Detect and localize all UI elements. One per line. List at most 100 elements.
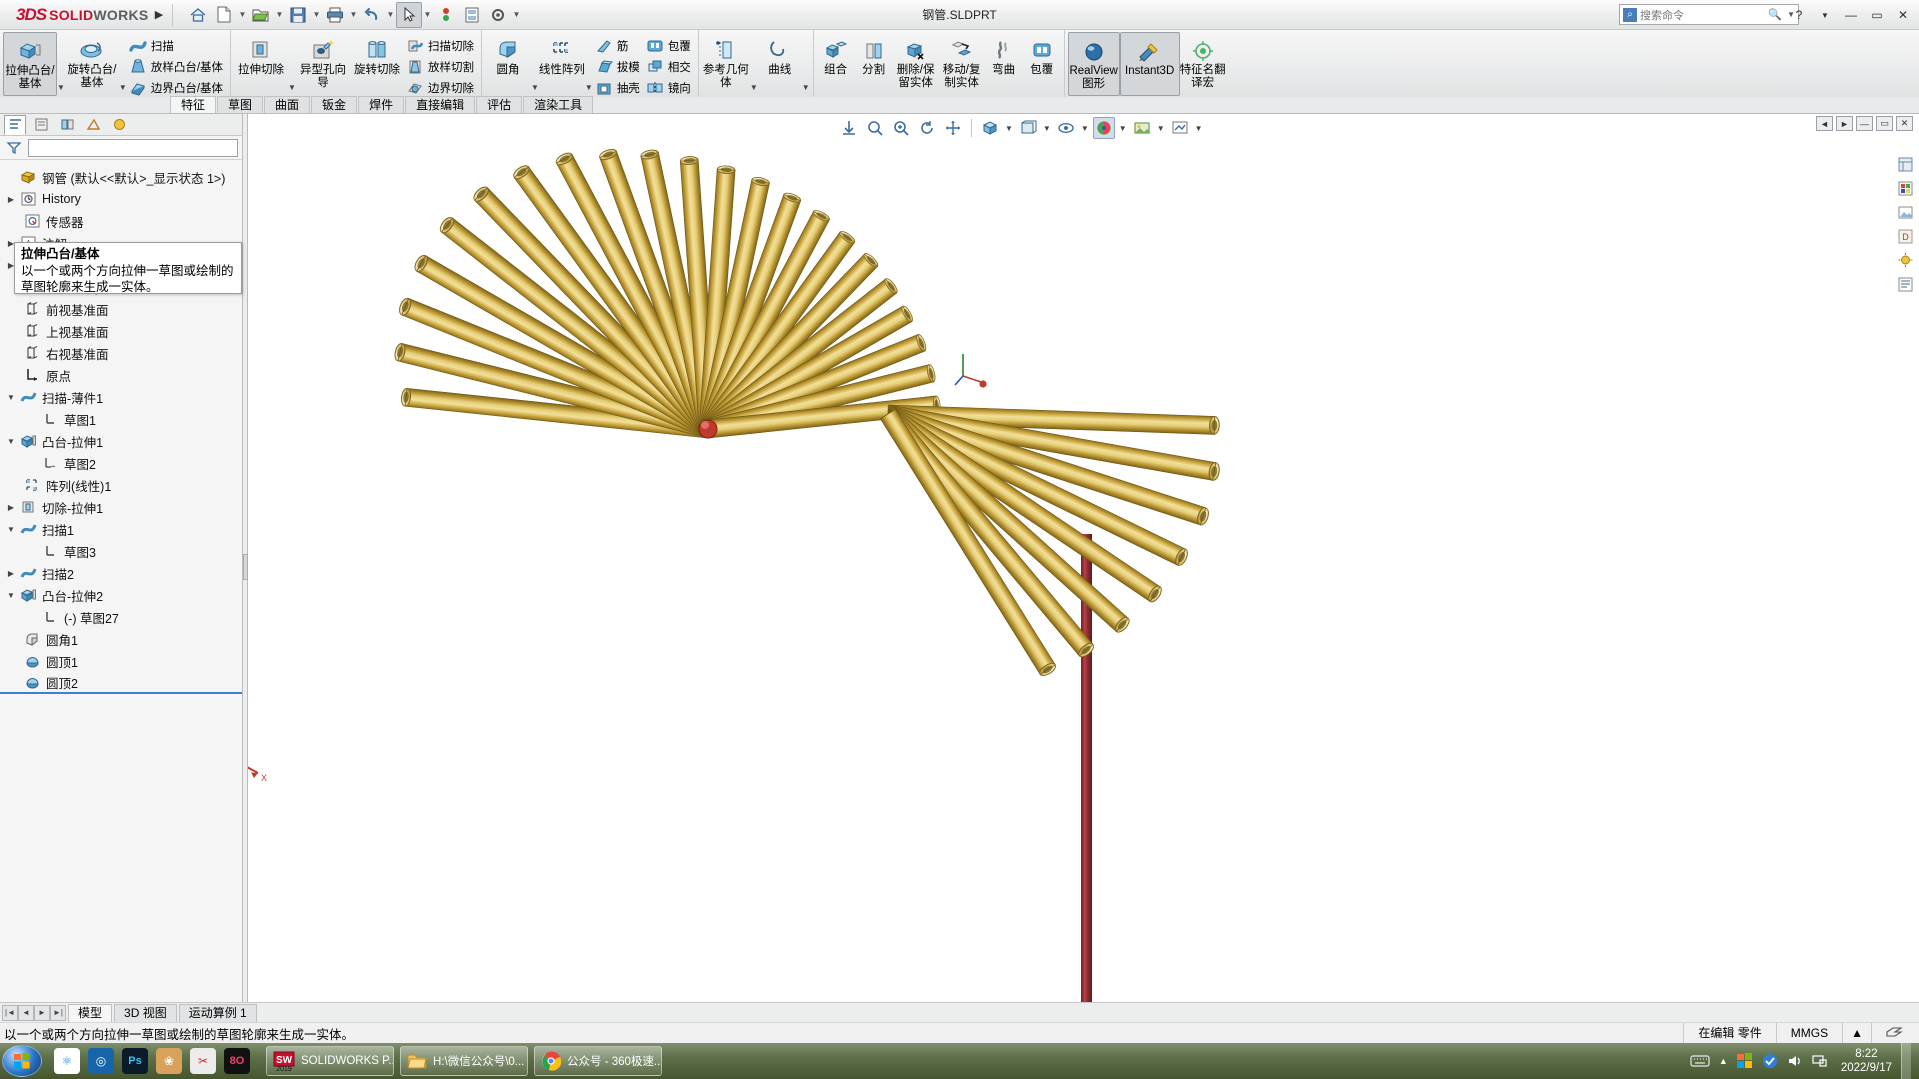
zoom-in-out-icon[interactable] [890,117,912,139]
options-caret-icon[interactable]: ▼ [511,2,522,28]
model-3d-view[interactable]: Y X Z [248,114,1919,1002]
help-icon[interactable]: ? [1787,2,1811,28]
doc-close-button[interactable]: ✕ [1896,116,1913,131]
configuration-manager-icon[interactable] [56,115,78,135]
feature-tree-icon[interactable] [4,114,26,135]
expander-icon[interactable]: ▼ [4,525,18,534]
undo-caret-icon[interactable]: ▼ [385,2,396,28]
qq-browser-icon[interactable]: ⚛ [54,1048,80,1074]
select-arrow-icon[interactable] [396,1,422,28]
tag-icon[interactable] [1871,1023,1917,1044]
close-button[interactable]: ✕ [1891,2,1915,28]
start-button[interactable] [2,1045,42,1077]
new-document-icon[interactable] [211,2,237,28]
tab-sketch[interactable]: 草图 [217,96,264,113]
minimize-button[interactable]: — [1839,2,1863,28]
restore-left-icon[interactable]: ◄ [1816,116,1833,131]
tab-surfaces[interactable]: 曲面 [264,96,311,113]
tree-item-sweep-thin1[interactable]: ▼ 扫描-薄件1 [0,386,242,408]
delete-keep-body-button[interactable]: 删除/保留实体 [893,32,939,96]
tree-item-sketch27[interactable]: (-) 草图27 [0,606,242,628]
first-tab-button[interactable]: |◄ [2,1004,18,1021]
expander-icon[interactable]: ▶ [4,195,18,204]
fillet-button[interactable]: 圆角 [485,32,531,96]
scenes-icon[interactable] [1895,202,1916,223]
appearance-caret-icon[interactable]: ▼ [1119,124,1127,133]
doc-minimize-button[interactable]: — [1856,116,1873,131]
curves-caret-icon[interactable]: ▼ [802,78,810,96]
taskbar-item-browser[interactable]: 公众号 - 360极速... [534,1046,662,1076]
tree-item-boss-extrude2[interactable]: ▼ 凸台-拉伸2 [0,584,242,606]
prev-tab-button[interactable]: ◄ [18,1004,34,1021]
hide-show-caret-icon[interactable]: ▼ [1081,124,1089,133]
view-settings-icon[interactable] [1169,117,1191,139]
drawing-icon[interactable] [459,2,485,28]
undo-icon[interactable] [359,2,385,28]
tree-item-front-plane[interactable]: 前视基准面 [0,298,242,320]
tree-item-dome1[interactable]: 圆顶1 [0,650,242,672]
network-icon[interactable] [1812,1054,1828,1068]
apply-scene-icon[interactable] [1131,117,1153,139]
split-button[interactable]: 分割 [855,32,893,96]
fillet-caret-icon[interactable]: ▼ [531,78,539,96]
next-tab-button[interactable]: ► [34,1004,50,1021]
tab-features[interactable]: 特征 [170,96,217,113]
photo-viewer-icon[interactable]: ❀ [156,1048,182,1074]
tree-item-dome2[interactable]: 圆顶2 [0,672,242,694]
print-caret-icon[interactable]: ▼ [348,2,359,28]
rotate-view-icon[interactable] [916,117,938,139]
okcam-icon[interactable]: 8O [224,1048,250,1074]
boundary-boss-button[interactable]: 边界凸台/基体 [127,77,227,98]
dimxpert-icon[interactable] [82,115,104,135]
tree-item-sweep1[interactable]: ▼ 扫描1 [0,518,242,540]
wrap-button[interactable]: 包覆 [644,35,695,56]
tree-filter-input[interactable] [28,138,238,157]
camera360-icon[interactable]: ◎ [88,1048,114,1074]
tree-item-top-plane[interactable]: 上视基准面 [0,320,242,342]
display-style-icon[interactable] [1017,117,1039,139]
view-palette-icon[interactable] [1895,154,1916,175]
expander-icon[interactable]: ▼ [4,393,18,402]
tree-item-sketch1[interactable]: 草图1 [0,408,242,430]
windows-flag-icon[interactable] [1736,1053,1753,1069]
open-folder-icon[interactable] [248,2,274,28]
macro-button[interactable]: 特征名翻译宏 [1180,32,1226,96]
expander-icon[interactable]: ▶ [4,569,18,578]
scene-caret-icon[interactable]: ▼ [1157,124,1165,133]
expander-icon[interactable]: ▼ [4,437,18,446]
tray-expand-icon[interactable]: ▲ [1719,1056,1728,1066]
loft-boss-button[interactable]: 放样凸台/基体 [127,56,227,77]
display-manager-icon[interactable] [108,115,130,135]
hole-wizard-button[interactable]: 异型孔向导 [296,32,350,96]
sweep-button[interactable]: 扫描 [127,35,227,56]
magnifier-icon[interactable]: 🔍 [1768,8,1782,21]
instant3d-button[interactable]: Instant3D [1119,32,1180,96]
expander-icon[interactable]: ▼ [4,591,18,600]
extrude-cut-button[interactable]: 拉伸切除 [234,32,288,96]
filter-icon[interactable] [6,140,22,156]
taskbar-item-solidworks[interactable]: SW 2019 SOLIDWORKS P... [266,1046,394,1076]
last-tab-button[interactable]: ►| [50,1004,66,1021]
options-gear-icon[interactable] [485,2,511,28]
tree-item-cut-extrude1[interactable]: ▶ 切除-拉伸1 [0,496,242,518]
tree-item-fillet1[interactable]: 圆角1 [0,628,242,650]
tree-item-sensors[interactable]: 传感器 [0,210,242,232]
zoom-to-area-icon[interactable] [864,117,886,139]
shell-button[interactable]: 抽壳 [593,77,644,98]
curves-button[interactable]: 曲线 [758,32,802,96]
expander-icon[interactable]: ▶ [4,503,18,512]
taskbar-clock[interactable]: 8:22 2022/9/17 [1841,1047,1892,1075]
reference-geometry-button[interactable]: 参考几何体 [702,32,750,96]
open-caret-icon[interactable]: ▼ [274,2,285,28]
linear-pattern-caret-icon[interactable]: ▼ [585,78,593,96]
reference-geometry-caret-icon[interactable]: ▼ [750,78,758,96]
property-manager-icon[interactable] [30,115,52,135]
realview-button[interactable]: RealView 图形 [1067,32,1120,96]
tree-item-sketch3[interactable]: 草图3 [0,540,242,562]
intersect-button[interactable]: 相交 [644,56,695,77]
loft-cut-button[interactable]: 放样切割 [404,56,478,77]
combine-button[interactable]: 组合 [817,32,855,96]
tree-item-history[interactable]: ▶ History [0,188,242,210]
taskbar-item-folder[interactable]: H:\微信公众号\0... [400,1046,528,1076]
tab-sheetmetal[interactable]: 钣金 [311,96,358,113]
